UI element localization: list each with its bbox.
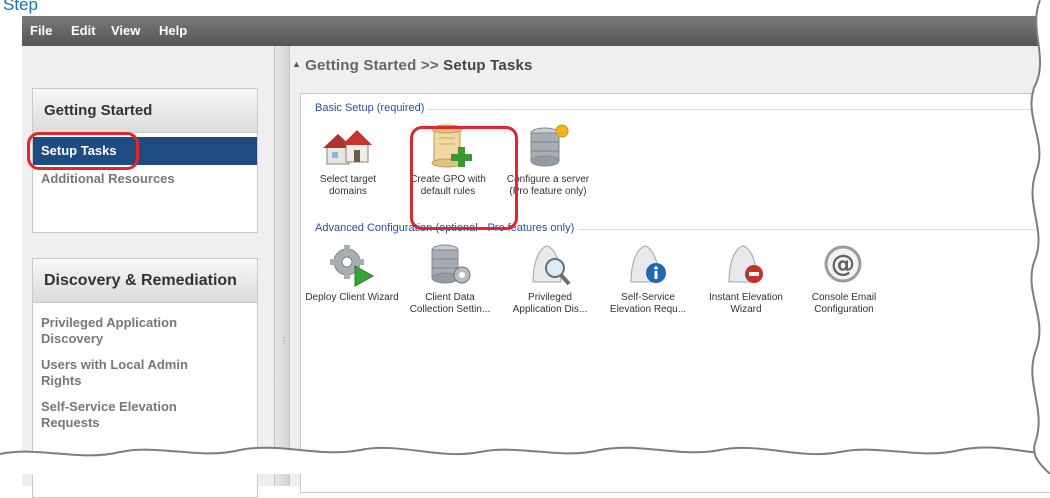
nav-item-setup-tasks[interactable]: Setup Tasks xyxy=(33,137,257,165)
tile-instant-elevation-wizard[interactable]: Instant Elevation Wizard xyxy=(699,242,793,316)
tile-label: Configure a server (Pro feature only) xyxy=(506,174,590,197)
menu-edit[interactable]: Edit xyxy=(71,23,96,38)
section-title-basic: Basic Setup (required) xyxy=(315,102,429,114)
collapse-arrow-icon[interactable]: ▲ xyxy=(292,59,301,69)
menu-bar: File Edit View Help xyxy=(22,16,1050,46)
svg-text:@: @ xyxy=(831,250,855,278)
nav-item-privileged-application-discovery[interactable]: Privileged Application Discovery xyxy=(33,315,198,347)
navigation-pane: Getting Started Setup Tasks Additional R… xyxy=(22,46,274,498)
menu-help[interactable]: Help xyxy=(159,23,187,38)
tile-label: Client Data Collection Settin... xyxy=(409,292,491,315)
pane-splitter[interactable]: ⋮ xyxy=(274,46,290,486)
nav-item-self-service-elevation[interactable]: Self-Service Elevation Requests xyxy=(33,399,198,431)
tile-configure-server[interactable]: Configure a server (Pro feature only) xyxy=(501,124,595,198)
tile-create-gpo[interactable]: Create GPO with default rules xyxy=(401,124,495,198)
breadcrumb-current: Setup Tasks xyxy=(443,57,533,74)
breadcrumb-parent[interactable]: Getting Started xyxy=(305,57,416,74)
magnifier-icon xyxy=(532,245,571,286)
section-title-advanced: Advanced Configuration (optional - Pro f… xyxy=(315,222,579,234)
splitter-grip-icon: ⋮ xyxy=(280,336,288,345)
tile-select-target-domains[interactable]: Select target domains xyxy=(301,124,395,198)
panel-header-discovery: Discovery & Remediation xyxy=(33,259,257,303)
getting-started-panel: Getting Started Setup Tasks Additional R… xyxy=(32,88,258,233)
breadcrumb-separator: >> xyxy=(420,57,439,74)
main-area: ▲ Getting Started >> Setup Tasks Basic Se… xyxy=(290,46,1050,493)
houses-icon xyxy=(323,130,372,165)
tile-privileged-application-discovery[interactable]: Privileged Application Dis... xyxy=(503,242,597,316)
discovery-panel: Discovery & Remediation Privileged Appli… xyxy=(32,258,258,498)
panel-header-getting-started: Getting Started xyxy=(33,89,257,133)
wizard-magnifier-icon xyxy=(728,245,763,283)
tile-label: Privileged Application Dis... xyxy=(512,292,588,315)
caption-fragment: Step xyxy=(3,0,38,14)
tile-label: Create GPO with default rules xyxy=(410,174,486,197)
breadcrumb: ▲ Getting Started >> Setup Tasks xyxy=(292,57,533,74)
menu-view[interactable]: View xyxy=(111,23,140,38)
tile-client-data-collection[interactable]: Client Data Collection Settin... xyxy=(403,242,497,316)
app-window: File Edit View Help Getting Started Setu… xyxy=(22,16,1050,498)
database-server-icon xyxy=(530,124,569,167)
gear-play-icon xyxy=(330,245,375,287)
tile-self-service-elevation[interactable]: Self-Service Elevation Requ... xyxy=(601,242,695,316)
setup-content: Basic Setup (required) Select target dom… xyxy=(300,93,1050,493)
tile-label: Console Email Configuration xyxy=(811,292,877,315)
tile-label: Self-Service Elevation Requ... xyxy=(609,292,687,315)
tile-label: Deploy Client Wizard xyxy=(305,292,399,303)
tile-deploy-client-wizard[interactable]: Deploy Client Wizard xyxy=(305,242,399,304)
nav-item-users-local-admin[interactable]: Users with Local Admin Rights xyxy=(33,357,198,389)
tile-console-email-configuration[interactable]: @ Console Email Configuration xyxy=(797,242,891,316)
info-magnifier-icon xyxy=(630,245,666,283)
nav-item-additional-resources[interactable]: Additional Resources xyxy=(33,171,257,186)
scroll-add-icon xyxy=(431,124,472,168)
menu-file[interactable]: File xyxy=(30,23,52,38)
tile-label: Select target domains xyxy=(319,174,377,197)
tile-label: Instant Elevation Wizard xyxy=(709,292,783,315)
database-gear-icon xyxy=(431,244,471,284)
at-sign-icon: @ xyxy=(824,245,862,283)
